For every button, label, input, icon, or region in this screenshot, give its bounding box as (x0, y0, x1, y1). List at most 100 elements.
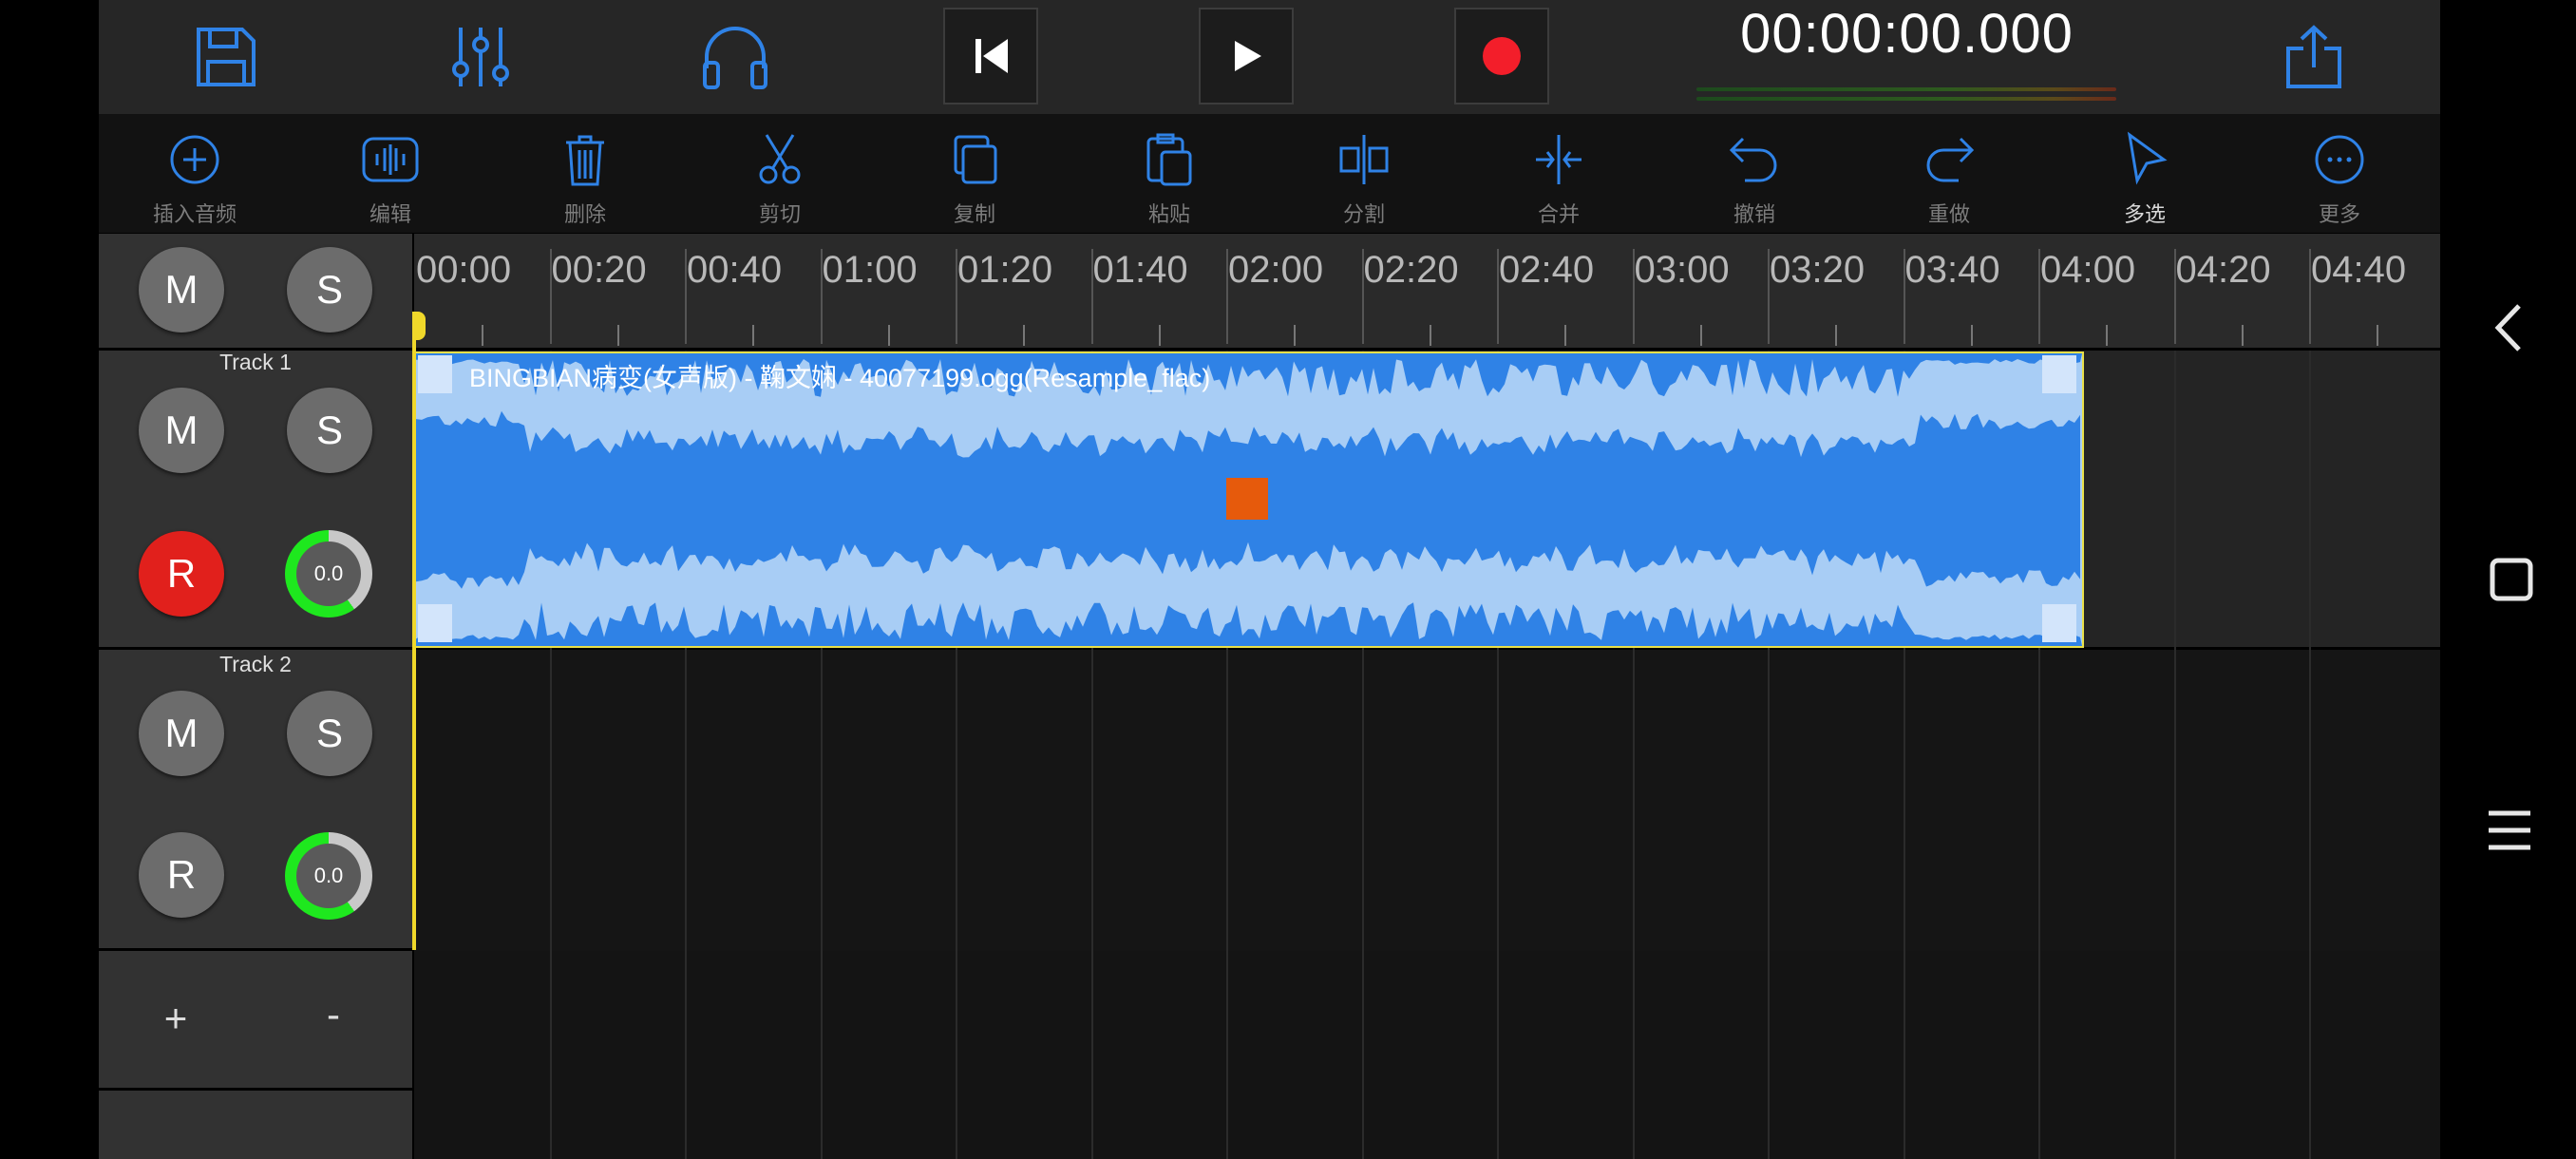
undo-label: 撤销 (1733, 202, 1775, 226)
ruler-major-tick (2038, 249, 2040, 344)
copy-label: 复制 (953, 202, 995, 226)
ruler-minor-tick (1699, 325, 1702, 346)
edit-label: 编辑 (369, 202, 411, 226)
mixer-icon[interactable] (445, 21, 517, 93)
ruler-major-tick (1497, 249, 1499, 344)
track1-record-arm-button[interactable]: R (139, 531, 224, 617)
playhead[interactable] (412, 314, 416, 950)
ruler-tick-label: 04:20 (2175, 249, 2271, 291)
empty-area (414, 951, 2440, 1159)
ruler-major-tick (1090, 249, 1093, 344)
undo-button[interactable]: 撤销 (1693, 131, 1816, 230)
more-button[interactable]: 更多 (2278, 131, 2401, 230)
waveform-edit-icon (362, 131, 419, 188)
track-header-2 (99, 650, 412, 948)
cut-button[interactable]: 剪切 (718, 131, 842, 230)
undo-icon (1726, 131, 1783, 188)
redo-button[interactable]: 重做 (1887, 131, 2011, 230)
ruler-tick-label: 02:00 (1228, 249, 1324, 291)
save-icon[interactable] (190, 21, 262, 93)
ruler-minor-tick (2241, 325, 2244, 346)
copy-button[interactable]: 复制 (913, 131, 1036, 230)
master-mute-button[interactable]: M (139, 247, 224, 332)
track1-solo-button[interactable]: S (287, 388, 372, 473)
ruler-tick-label: 04:40 (2311, 249, 2407, 291)
insert-audio-button[interactable]: 插入音频 (133, 131, 256, 230)
ruler-tick-label: 02:40 (1499, 249, 1595, 291)
redo-label: 重做 (1927, 202, 1970, 226)
split-button[interactable]: 分割 (1302, 131, 1426, 230)
ruler-tick-label: 01:00 (822, 249, 918, 291)
track2-record-arm-button[interactable]: R (139, 832, 224, 918)
ruler-major-tick (1903, 249, 1905, 344)
export-icon[interactable] (2278, 21, 2350, 93)
grid-line (2173, 351, 2176, 1159)
ruler-minor-tick (1023, 325, 1026, 346)
record-button[interactable] (1454, 8, 1549, 104)
split-label: 分割 (1342, 202, 1385, 226)
delete-button[interactable]: 删除 (523, 131, 647, 230)
play-button[interactable] (1199, 8, 1294, 104)
ruler-minor-tick (1158, 325, 1161, 346)
clip-fade-out-handle-top[interactable] (2042, 355, 2076, 393)
track2-solo-button[interactable]: S (287, 691, 372, 776)
merge-button[interactable]: 合并 (1497, 131, 1620, 230)
ruler-major-tick (685, 249, 687, 344)
left-panel-footer (99, 1091, 412, 1159)
level-meter-right (1696, 97, 2116, 101)
multi-select-label: 多选 (2123, 202, 2166, 226)
ruler-minor-tick (2106, 325, 2109, 346)
back-icon[interactable] (2489, 302, 2530, 353)
track2-mute-button[interactable]: M (139, 691, 224, 776)
clip-fade-in-handle-top[interactable] (418, 355, 452, 393)
redo-icon (1921, 131, 1978, 188)
track-header-1 (99, 351, 412, 647)
menu-icon[interactable] (2487, 809, 2532, 851)
delete-label: 删除 (563, 202, 606, 226)
multi-select-button[interactable]: 多选 (2083, 131, 2207, 230)
ruler-major-tick (1226, 249, 1228, 344)
clip-gain-handle[interactable] (1226, 478, 1268, 520)
ruler-minor-tick (1970, 325, 1973, 346)
ruler-tick-label: 00:00 (416, 249, 512, 291)
skip-to-start-button[interactable] (943, 8, 1038, 104)
home-icon[interactable] (2489, 557, 2534, 602)
edit-button[interactable]: 编辑 (329, 131, 452, 230)
paste-button[interactable]: 粘贴 (1108, 131, 1231, 230)
clip-fade-out-handle-bottom[interactable] (2042, 604, 2076, 642)
track1-volume-knob[interactable]: 0.0 (285, 530, 372, 618)
ruler-tick-label: 01:20 (957, 249, 1053, 291)
ruler-major-tick (1361, 249, 1364, 344)
grid-line (2309, 351, 2311, 1159)
headphones-icon[interactable] (699, 21, 771, 93)
add-track-button[interactable]: + (142, 996, 209, 1053)
play-icon (1235, 41, 1261, 71)
insert-audio-label: 插入音频 (152, 202, 237, 226)
track-name: Track 1 (219, 350, 292, 374)
ruler-minor-tick (752, 325, 755, 346)
more-label: 更多 (2318, 202, 2360, 226)
ruler-major-tick (956, 249, 957, 344)
ruler-tick-label: 01:40 (1092, 249, 1188, 291)
ruler-minor-tick (482, 325, 484, 346)
remove-track-button[interactable]: - (300, 992, 367, 1049)
clip-title: BINGBIAN病变(女声版) - 鞠文娴 - 40077199.ogg(Res… (469, 364, 1211, 392)
clip-fade-in-handle-bottom[interactable] (418, 604, 452, 642)
playhead-marker[interactable] (412, 312, 426, 340)
merge-label: 合并 (1537, 202, 1580, 226)
pointer-icon (2116, 131, 2173, 188)
track2-lane[interactable] (414, 650, 2440, 951)
trash-icon (557, 131, 614, 188)
paste-label: 粘贴 (1147, 202, 1190, 226)
skip-back-icon (975, 39, 1008, 73)
master-solo-button[interactable]: S (287, 247, 372, 332)
cut-label: 剪切 (758, 202, 801, 226)
track1-mute-button[interactable]: M (139, 388, 224, 473)
track2-volume-knob[interactable]: 0.0 (285, 832, 372, 920)
split-icon (1335, 131, 1392, 188)
paste-icon (1141, 131, 1198, 188)
ruler-minor-tick (1835, 325, 1838, 346)
ruler-minor-tick (1564, 325, 1567, 346)
ruler-tick-label: 03:20 (1770, 249, 1866, 291)
ruler-minor-tick (1429, 325, 1431, 346)
